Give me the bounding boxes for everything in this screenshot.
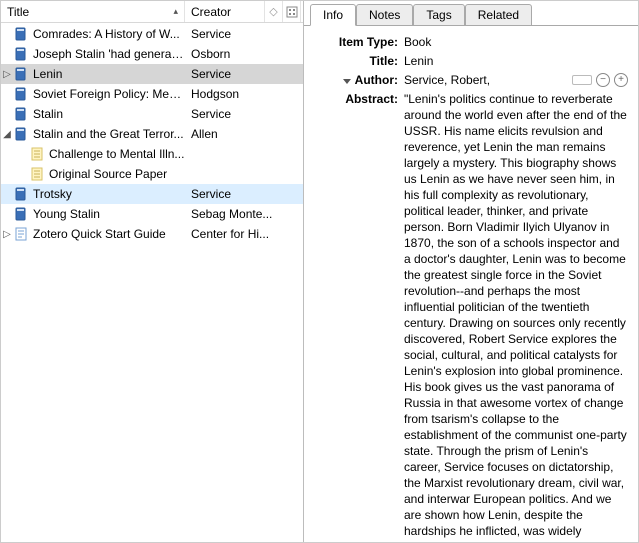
- book-icon: [13, 106, 29, 122]
- item-title: Young Stalin: [33, 207, 100, 221]
- item-creator: Service: [185, 187, 303, 201]
- book-icon: [13, 206, 29, 222]
- item-title: Soviet Foreign Policy: Men...: [33, 87, 185, 101]
- author-dropdown-icon[interactable]: [343, 79, 351, 84]
- column-picker-icon: [286, 6, 298, 18]
- doc-icon: [13, 226, 29, 242]
- remove-creator-button[interactable]: −: [596, 73, 610, 87]
- item-creator: Osborn: [185, 47, 303, 61]
- tree-item[interactable]: Joseph Stalin 'had generati...Osborn: [1, 44, 303, 64]
- book-icon: [13, 186, 29, 202]
- paperclip-icon: ◇: [269, 5, 277, 18]
- tab-related[interactable]: Related: [465, 4, 532, 26]
- item-type-label: Item Type:: [310, 34, 404, 50]
- book-icon: [13, 66, 29, 82]
- item-title: Challenge to Mental Illn...: [49, 147, 184, 161]
- book-icon: [13, 26, 29, 42]
- item-title: Original Source Paper: [49, 167, 167, 181]
- twisty-closed-icon[interactable]: ▷: [1, 69, 13, 80]
- item-creator: Center for Hi...: [185, 227, 303, 241]
- add-creator-button[interactable]: +: [614, 73, 628, 87]
- column-header-creator[interactable]: Creator: [185, 1, 265, 22]
- tree-item[interactable]: ▷ Zotero Quick Start Guide Center for Hi..…: [1, 224, 303, 244]
- item-tree[interactable]: Comrades: A History of W...ServiceJoseph…: [1, 23, 303, 542]
- tab-info[interactable]: Info: [310, 4, 356, 26]
- note-icon: [29, 146, 45, 162]
- tree-item[interactable]: Soviet Foreign Policy: Men...Hodgson: [1, 84, 303, 104]
- book-icon: [13, 86, 29, 102]
- item-title: Lenin: [33, 67, 62, 81]
- column-header-title[interactable]: Title ▴: [1, 1, 185, 22]
- item-creator: Service: [185, 67, 303, 81]
- item-title: Joseph Stalin 'had generati...: [33, 47, 185, 61]
- abstract-value[interactable]: "Lenin's politics continue to reverberat…: [404, 91, 628, 542]
- tree-item[interactable]: Comrades: A History of W... Service: [1, 24, 303, 44]
- item-title: Trotsky: [33, 187, 72, 201]
- column-header-attachment[interactable]: ◇: [265, 1, 283, 22]
- book-icon: [13, 46, 29, 62]
- tree-item[interactable]: Challenge to Mental Illn...: [1, 144, 303, 164]
- item-title: Stalin: [33, 107, 63, 121]
- twisty-closed-icon[interactable]: ▷: [1, 229, 13, 240]
- tree-item[interactable]: ◢ Stalin and the Great Terror...Allen: [1, 124, 303, 144]
- item-creator: Sebag Monte...: [185, 207, 303, 221]
- abstract-label: Abstract:: [310, 91, 404, 542]
- tree-item[interactable]: ▷ Lenin Service: [1, 64, 303, 84]
- item-creator: Allen: [185, 127, 303, 141]
- title-label: Title:: [310, 53, 404, 69]
- book-icon: [13, 126, 29, 142]
- item-type-value[interactable]: Book: [404, 34, 628, 50]
- item-creator: Hodgson: [185, 87, 303, 101]
- column-picker-button[interactable]: [283, 1, 301, 22]
- item-title: Stalin and the Great Terror...: [33, 127, 184, 141]
- note-icon: [29, 166, 45, 182]
- tree-item[interactable]: Stalin Service: [1, 104, 303, 124]
- sort-asc-icon: ▴: [173, 6, 178, 17]
- tab-notes[interactable]: Notes: [356, 4, 413, 26]
- item-title: Zotero Quick Start Guide: [33, 227, 166, 241]
- tree-item[interactable]: Trotsky Service: [1, 184, 303, 204]
- tree-item[interactable]: Young Stalin Sebag Monte...: [1, 204, 303, 224]
- creator-mode-toggle[interactable]: [572, 75, 592, 85]
- title-value[interactable]: Lenin: [404, 53, 628, 69]
- item-creator: Service: [185, 107, 303, 121]
- tree-item[interactable]: Original Source Paper: [1, 164, 303, 184]
- item-creator: Service: [185, 27, 303, 41]
- item-title: Comrades: A History of W...: [33, 27, 180, 41]
- author-label: Author:: [310, 72, 404, 88]
- twisty-open-icon[interactable]: ◢: [1, 129, 13, 140]
- author-value[interactable]: Service, Robert,: [404, 72, 490, 88]
- tab-tags[interactable]: Tags: [413, 4, 464, 26]
